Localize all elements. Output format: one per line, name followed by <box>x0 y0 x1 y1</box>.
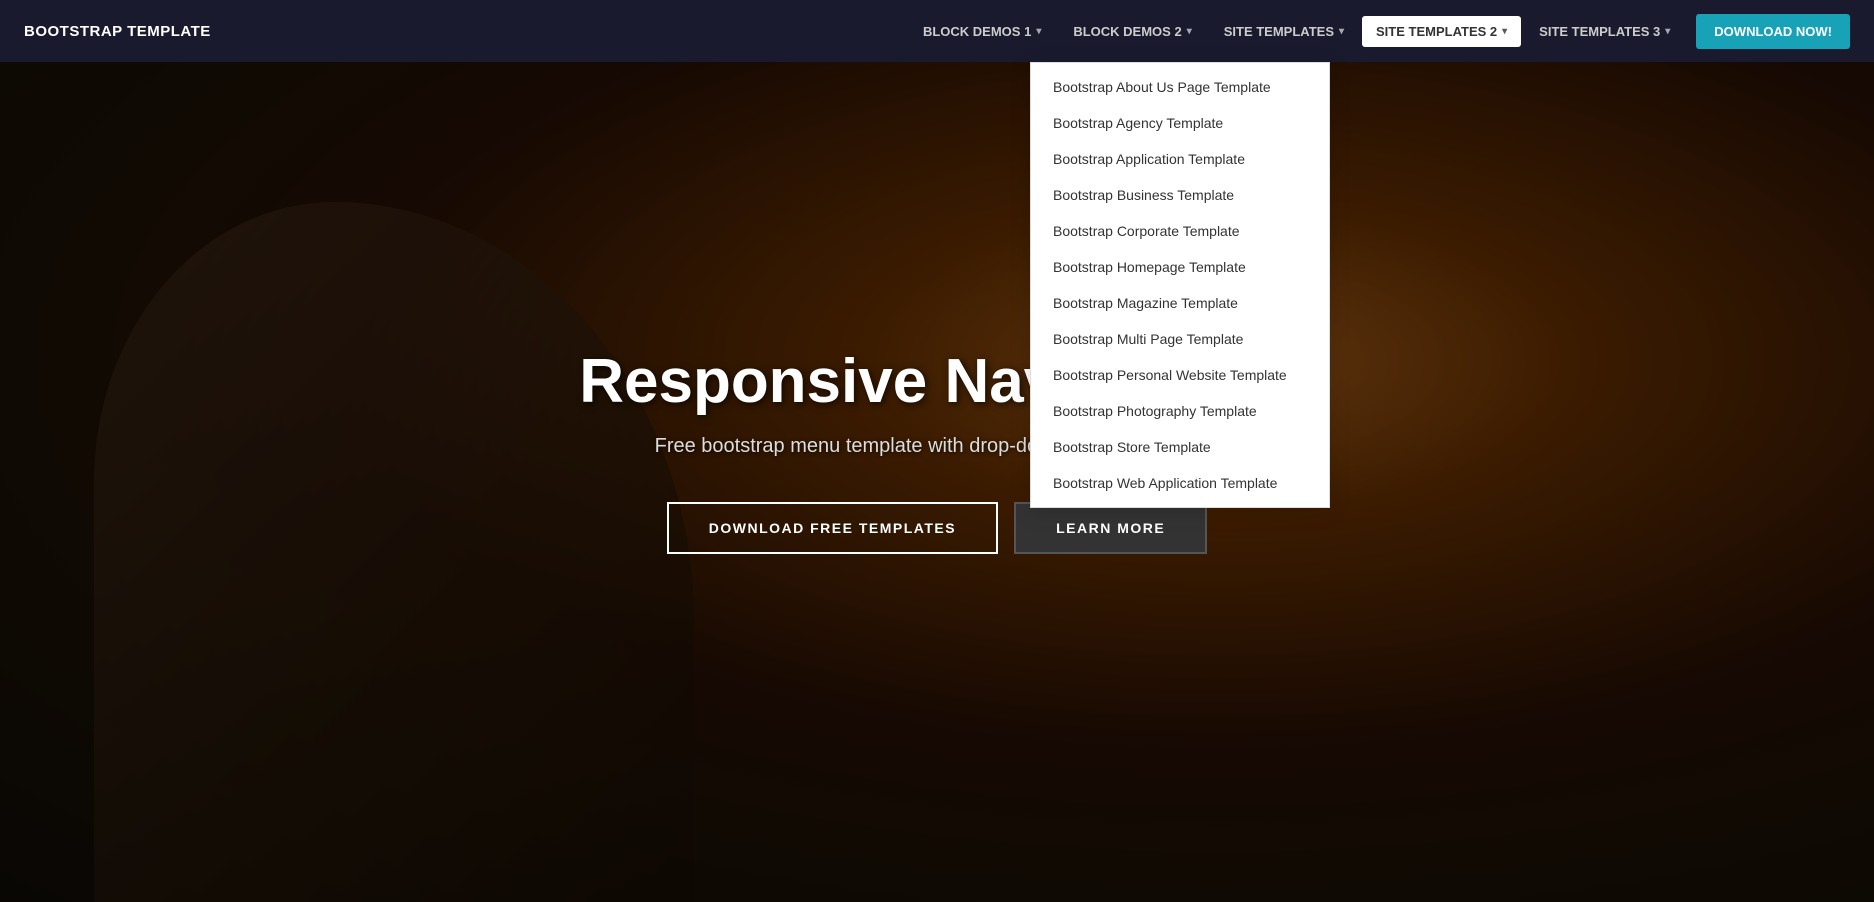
dropdown-item-store[interactable]: Bootstrap Store Template <box>1031 429 1329 465</box>
nav-site-templates[interactable]: SITE TEMPLATES ▾ <box>1210 16 1358 47</box>
navbar: BOOTSTRAP TEMPLATE BLOCK DEMOS 1 ▾ BLOCK… <box>0 0 1874 62</box>
dropdown-item-about-us[interactable]: Bootstrap About Us Page Template <box>1031 69 1329 105</box>
chevron-down-icon: ▾ <box>1502 26 1507 37</box>
hero-buttons: DOWNLOAD FREE TEMPLATES LEARN MORE <box>667 502 1207 554</box>
nav-site-templates-2[interactable]: SITE TEMPLATES 2 ▾ <box>1362 16 1521 47</box>
download-now-button[interactable]: DOWNLOAD NOW! <box>1696 14 1850 49</box>
hero-section: Responsive Navbar Tem Free bootstrap men… <box>0 0 1874 902</box>
brand-logo[interactable]: BOOTSTRAP TEMPLATE <box>24 23 211 40</box>
dropdown-item-photography[interactable]: Bootstrap Photography Template <box>1031 393 1329 429</box>
chevron-down-icon: ▾ <box>1187 26 1192 37</box>
dropdown-item-web-application[interactable]: Bootstrap Web Application Template <box>1031 465 1329 501</box>
dropdown-item-magazine[interactable]: Bootstrap Magazine Template <box>1031 285 1329 321</box>
dropdown-item-business[interactable]: Bootstrap Business Template <box>1031 177 1329 213</box>
nav-block-demos-2[interactable]: BLOCK DEMOS 2 ▾ <box>1059 16 1205 47</box>
chevron-down-icon: ▾ <box>1339 26 1344 37</box>
dropdown-item-homepage[interactable]: Bootstrap Homepage Template <box>1031 249 1329 285</box>
dropdown-item-agency[interactable]: Bootstrap Agency Template <box>1031 105 1329 141</box>
dropdown-item-application[interactable]: Bootstrap Application Template <box>1031 141 1329 177</box>
nav-items: BLOCK DEMOS 1 ▾ BLOCK DEMOS 2 ▾ SITE TEM… <box>909 14 1850 49</box>
nav-block-demos-1[interactable]: BLOCK DEMOS 1 ▾ <box>909 16 1055 47</box>
learn-more-button[interactable]: LEARN MORE <box>1014 502 1207 554</box>
download-free-templates-button[interactable]: DOWNLOAD FREE TEMPLATES <box>667 502 998 554</box>
dropdown-item-multipage[interactable]: Bootstrap Multi Page Template <box>1031 321 1329 357</box>
dropdown-item-personal[interactable]: Bootstrap Personal Website Template <box>1031 357 1329 393</box>
nav-site-templates-3[interactable]: SITE TEMPLATES 3 ▾ <box>1525 16 1684 47</box>
dropdown-item-corporate[interactable]: Bootstrap Corporate Template <box>1031 213 1329 249</box>
site-templates-2-dropdown: Bootstrap About Us Page Template Bootstr… <box>1030 62 1330 508</box>
chevron-down-icon: ▾ <box>1665 26 1670 37</box>
chevron-down-icon: ▾ <box>1036 26 1041 37</box>
